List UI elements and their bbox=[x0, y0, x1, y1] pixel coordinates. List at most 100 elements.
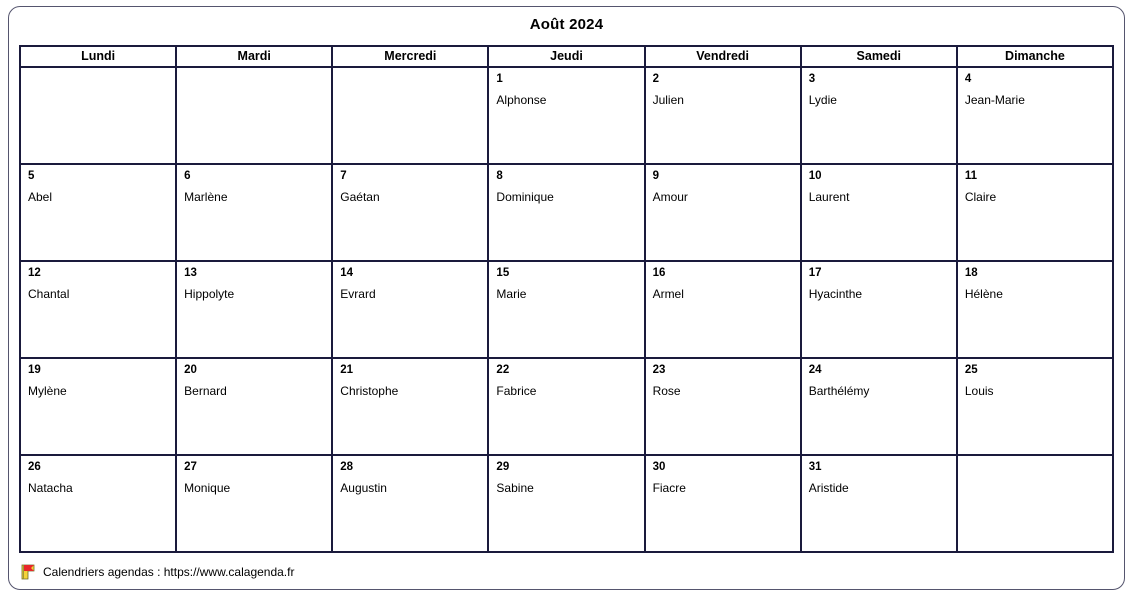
weekday-header-mercredi: Mercredi bbox=[331, 45, 490, 68]
day-cell[interactable]: 31 Aristide bbox=[799, 454, 958, 553]
day-cell[interactable]: 18 Hélène bbox=[955, 260, 1115, 359]
saint-name: Amour bbox=[652, 190, 688, 204]
calendar-week-row: 1 Alphonse 2 Julien 3 Lydie 4 Jean-Marie bbox=[18, 66, 1115, 165]
day-cell[interactable]: 29 Sabine bbox=[487, 454, 646, 553]
saint-name: Monique bbox=[184, 481, 231, 495]
calendar-week-row: 26 Natacha 27 Monique 28 Augustin 29 Sabine 30 Fi… bbox=[18, 454, 1115, 553]
day-cell-content bbox=[177, 68, 331, 163]
footer-link-text[interactable]: Calendriers agendas : https://www.calage… bbox=[43, 565, 294, 579]
calendar-frame: Août 2024 Lundi Mardi Mercredi Jeudi Vendred… bbox=[8, 6, 1125, 590]
day-cell[interactable]: 9 Amour bbox=[643, 163, 802, 262]
day-cell-content: 12 Chantal bbox=[21, 262, 175, 357]
day-cell[interactable]: 11 Claire bbox=[955, 163, 1115, 262]
day-cell[interactable]: 21 Christophe bbox=[331, 357, 490, 456]
day-cell[interactable]: 25 Louis bbox=[955, 357, 1115, 456]
day-cell[interactable]: 5 Abel bbox=[18, 163, 178, 262]
day-cell[interactable]: 8 Dominique bbox=[487, 163, 646, 262]
day-cell[interactable]: 4 Jean-Marie bbox=[955, 66, 1115, 165]
saint-name: Rose bbox=[652, 384, 681, 398]
footer: Calendriers agendas : https://www.calage… bbox=[21, 561, 294, 583]
saint-name: Mylène bbox=[28, 384, 67, 398]
day-cell[interactable]: 6 Marlène bbox=[175, 163, 334, 262]
day-number: 2 bbox=[652, 73, 659, 85]
day-cell[interactable]: 15 Marie bbox=[487, 260, 646, 359]
day-cell[interactable]: 2 Julien bbox=[643, 66, 802, 165]
saint-name: Gaétan bbox=[340, 190, 380, 204]
saint-name: Armel bbox=[652, 287, 684, 301]
day-cell[interactable]: 30 Fiacre bbox=[643, 454, 802, 553]
day-cell[interactable]: 16 Armel bbox=[643, 260, 802, 359]
day-number: 11 bbox=[964, 170, 978, 182]
saint-name: Bernard bbox=[184, 384, 227, 398]
day-number: 28 bbox=[340, 461, 354, 473]
day-cell[interactable]: 10 Laurent bbox=[799, 163, 958, 262]
day-cell-content: 10 Laurent bbox=[802, 165, 956, 260]
day-cell[interactable]: 22 Fabrice bbox=[487, 357, 646, 456]
day-number: 7 bbox=[340, 170, 347, 182]
day-cell-content: 16 Armel bbox=[646, 262, 800, 357]
day-cell-content: 8 Dominique bbox=[489, 165, 643, 260]
day-cell[interactable]: 19 Mylène bbox=[18, 357, 178, 456]
day-cell-content: 1 Alphonse bbox=[489, 68, 643, 163]
day-cell-content: 25 Louis bbox=[958, 359, 1112, 454]
day-cell-content: 2 Julien bbox=[646, 68, 800, 163]
calendar-week-row: 5 Abel 6 Marlène 7 Gaétan 8 Dominique 9 Amour 10 La… bbox=[18, 163, 1115, 262]
day-number: 9 bbox=[652, 170, 659, 182]
saint-name: Marlène bbox=[184, 190, 228, 204]
day-cell[interactable]: 14 Evrard bbox=[331, 260, 490, 359]
day-cell-content: 7 Gaétan bbox=[333, 165, 487, 260]
day-cell-content: 17 Hyacinthe bbox=[802, 262, 956, 357]
calendar-grid: Lundi Mardi Mercredi Jeudi Vendredi Samedi Dim… bbox=[18, 45, 1115, 553]
saint-name: Natacha bbox=[28, 481, 73, 495]
saint-name: Laurent bbox=[808, 190, 850, 204]
day-cell[interactable]: 1 Alphonse bbox=[487, 66, 646, 165]
day-cell-content: 23 Rose bbox=[646, 359, 800, 454]
day-number: 27 bbox=[184, 461, 197, 473]
saint-name: Hyacinthe bbox=[808, 287, 863, 301]
day-number: 4 bbox=[964, 73, 972, 85]
day-cell-content bbox=[958, 456, 1112, 551]
saint-name: Aristide bbox=[808, 481, 849, 495]
saint-name: Alphonse bbox=[496, 93, 547, 107]
day-cell-content: 24 Barthélémy bbox=[802, 359, 956, 454]
day-cell-content: 3 Lydie bbox=[802, 68, 956, 163]
day-cell-content: 15 Marie bbox=[489, 262, 643, 357]
day-cell-content: 19 Mylène bbox=[21, 359, 175, 454]
day-cell[interactable]: 13 Hippolyte bbox=[175, 260, 334, 359]
day-cell-content: 13 Hippolyte bbox=[177, 262, 331, 357]
day-cell-content: 28 Augustin bbox=[333, 456, 487, 551]
day-cell[interactable]: 7 Gaétan bbox=[331, 163, 490, 262]
day-number: 1 bbox=[496, 73, 503, 85]
weekday-header-samedi: Samedi bbox=[799, 45, 958, 68]
day-number: 16 bbox=[652, 267, 666, 279]
day-cell-content: 18 Hélène bbox=[958, 262, 1112, 357]
saint-name: Dominique bbox=[496, 190, 554, 204]
day-cell[interactable]: 3 Lydie bbox=[799, 66, 958, 165]
day-cell-empty bbox=[331, 66, 490, 165]
flag-bookmark-icon bbox=[21, 564, 35, 580]
day-cell[interactable]: 17 Hyacinthe bbox=[799, 260, 958, 359]
day-number: 20 bbox=[184, 364, 197, 376]
day-number: 31 bbox=[808, 461, 822, 473]
day-cell[interactable]: 20 Bernard bbox=[175, 357, 334, 456]
day-cell-content: 9 Amour bbox=[646, 165, 800, 260]
day-cell-content: 22 Fabrice bbox=[489, 359, 643, 454]
day-number: 24 bbox=[808, 364, 822, 376]
day-cell[interactable]: 23 Rose bbox=[643, 357, 802, 456]
day-cell[interactable]: 27 Monique bbox=[175, 454, 334, 553]
saint-name: Lydie bbox=[808, 93, 837, 107]
day-number: 25 bbox=[964, 364, 978, 376]
day-cell[interactable]: 12 Chantal bbox=[18, 260, 178, 359]
day-cell[interactable]: 24 Barthélémy bbox=[799, 357, 958, 456]
saint-name: Hippolyte bbox=[184, 287, 235, 301]
day-cell[interactable]: 26 Natacha bbox=[18, 454, 178, 553]
day-cell-content: 5 Abel bbox=[21, 165, 175, 260]
day-cell-empty bbox=[175, 66, 334, 165]
day-cell[interactable]: 28 Augustin bbox=[331, 454, 490, 553]
day-number: 21 bbox=[340, 364, 354, 376]
weekday-header-row: Lundi Mardi Mercredi Jeudi Vendredi Samedi Dim… bbox=[18, 45, 1115, 68]
day-number: 8 bbox=[496, 170, 503, 182]
day-cell-content: 27 Monique bbox=[177, 456, 331, 551]
calendar-week-row: 12 Chantal 13 Hippolyte 14 Evrard 15 Marie 16 Arm… bbox=[18, 260, 1115, 359]
day-number: 17 bbox=[808, 267, 822, 279]
